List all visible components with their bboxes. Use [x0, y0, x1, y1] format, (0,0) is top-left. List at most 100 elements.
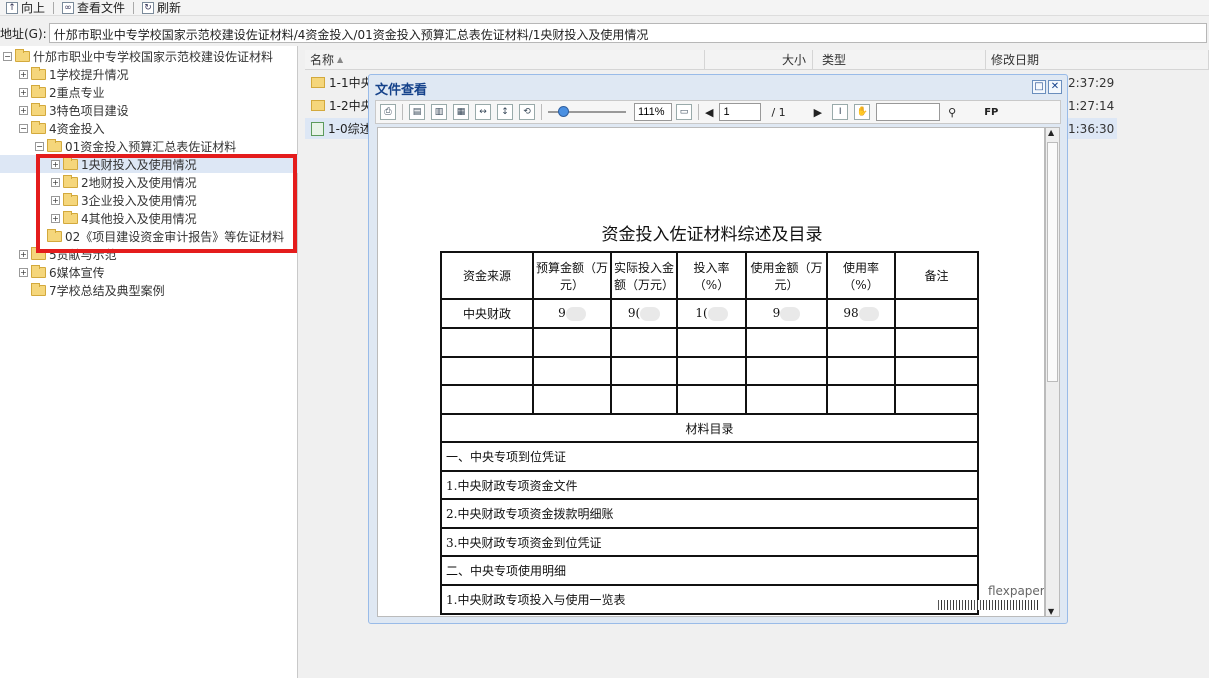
tree-item-label: 01资金投入预算汇总表佐证材料: [65, 139, 237, 154]
table-header-cell: 实际投入金额（万元）: [610, 251, 678, 300]
folder-open-icon: [47, 138, 62, 152]
file-viewer-window: 文件查看 □ ✕ ⎙ ▤ ▥ ▦ ↔ ↕ ⟲ ▭ ◀ / 1 ▶ I ✋ ⚲ F…: [368, 74, 1068, 624]
top-toolbar: ↑ 向上 ∞ 查看文件 ↻ 刷新: [0, 0, 1209, 16]
folder-tree: − 什邡市职业中专学校国家示范校建设佐证材料 + 1学校提升情况 + 2重点专业…: [0, 46, 298, 678]
hand-tool-icon[interactable]: ✋: [854, 104, 871, 120]
maximize-button[interactable]: □: [1032, 80, 1046, 94]
redaction-blur: [707, 306, 728, 321]
table-cell: 1(: [676, 298, 747, 329]
page-number-input[interactable]: [719, 103, 762, 121]
expand-icon[interactable]: +: [19, 249, 28, 259]
text-select-icon[interactable]: I: [832, 104, 849, 120]
prev-page-icon[interactable]: ◀: [705, 106, 713, 119]
tree-item-label: 6媒体宣传: [49, 265, 105, 280]
address-bar: 地址(G): 什邡市职业中专学校国家示范校建设佐证材料/4资金投入/01资金投入…: [0, 22, 1209, 44]
scrollbar-thumb[interactable]: [1047, 142, 1058, 382]
single-page-icon[interactable]: ▤: [409, 104, 425, 120]
tree-item-school-improvement[interactable]: + 1学校提升情况: [19, 65, 129, 83]
document-title: 资金投入佐证材料综述及目录: [601, 225, 823, 245]
expand-icon[interactable]: +: [19, 267, 28, 277]
redaction-blur: [565, 306, 586, 321]
view-file-button[interactable]: ∞ 查看文件: [56, 0, 131, 16]
fullscreen-icon[interactable]: ▭: [676, 104, 692, 120]
two-page-icon[interactable]: ▥: [431, 104, 447, 120]
highlight-annotation-box: [36, 154, 297, 253]
redaction-blur: [640, 306, 661, 321]
column-header-type-label: 类型: [822, 53, 847, 67]
list-item-time: 2:37:29: [1068, 76, 1115, 90]
refresh-button[interactable]: ↻ 刷新: [136, 0, 187, 16]
table-cell: 98: [826, 298, 896, 329]
expand-icon[interactable]: +: [19, 105, 28, 115]
tree-item-special-projects[interactable]: + 3特色项目建设: [19, 101, 129, 119]
table-cell: [894, 298, 979, 329]
viewer-title: 文件查看: [375, 83, 428, 98]
table-cell: 9: [532, 298, 612, 329]
catalog-row: 3.中央财政专项资金到位凭证: [440, 527, 979, 557]
collapse-icon[interactable]: −: [3, 51, 12, 61]
rotate-icon[interactable]: ⟲: [519, 104, 535, 120]
close-button[interactable]: ✕: [1048, 80, 1062, 94]
print-icon[interactable]: ⎙: [380, 104, 396, 120]
collapse-icon[interactable]: −: [19, 123, 28, 133]
list-item-name: 1-1中央: [329, 76, 373, 90]
funding-table: 资金来源 预算金额（万元） 实际投入金额（万元） 投入率（%） 使用金额（万元）…: [440, 251, 979, 615]
table-cell: 9(: [610, 298, 678, 329]
thumbnail-grid-icon[interactable]: ▦: [453, 104, 469, 120]
flexpaper-watermark: flexpaper: [988, 584, 1045, 598]
catalog-item: 二、中央专项使用明细: [440, 555, 979, 586]
search-input[interactable]: [876, 103, 941, 121]
tree-item-funding[interactable]: − 4资金投入: [19, 119, 105, 137]
tree-root[interactable]: − 什邡市职业中专学校国家示范校建设佐证材料: [3, 47, 273, 65]
fit-width-icon[interactable]: ↔: [475, 104, 491, 120]
column-header-name[interactable]: 名称 ▲: [305, 50, 705, 70]
tree-item-label: 4资金投入: [49, 121, 105, 136]
table-header-cell: 资金来源: [440, 251, 534, 300]
table-row-empty: [440, 384, 979, 415]
tree-item-budget-summary[interactable]: − 01资金投入预算汇总表佐证材料: [35, 137, 236, 155]
folder-icon: [31, 264, 46, 278]
catalog-header-row: 材料目录: [440, 413, 979, 443]
column-header-type[interactable]: 类型: [813, 50, 986, 70]
catalog-item: 一、中央专项到位凭证: [440, 441, 979, 472]
column-header-modified[interactable]: 修改日期: [986, 50, 1209, 70]
collapse-icon[interactable]: −: [35, 141, 44, 151]
catalog-item: 3.中央财政专项资金到位凭证: [440, 527, 979, 557]
address-input[interactable]: 什邡市职业中专学校国家示范校建设佐证材料/4资金投入/01资金投入预算汇总表佐证…: [48, 23, 1207, 43]
zoom-input[interactable]: [634, 103, 672, 121]
scroll-down-icon[interactable]: ▼: [1048, 607, 1054, 616]
toolbar-divider: [53, 1, 55, 14]
table-cell-value: 9: [772, 306, 781, 321]
viewer-scrollbar[interactable]: ▲ ▼: [1045, 127, 1060, 617]
zoom-slider-handle[interactable]: [558, 106, 569, 117]
table-cell-value: 98: [843, 306, 859, 321]
next-page-icon[interactable]: ▶: [814, 106, 822, 119]
expand-icon[interactable]: +: [19, 87, 28, 97]
table-header-cell: 预算金额（万元）: [532, 251, 612, 300]
catalog-row: 2.中央财政专项资金拨款明细账: [440, 498, 979, 529]
zoom-slider[interactable]: [548, 106, 626, 117]
fit-height-icon[interactable]: ↕: [497, 104, 513, 120]
up-arrow-icon: ↑: [6, 1, 18, 14]
table-header-cell: 备注: [894, 251, 979, 300]
view-file-label: 查看文件: [77, 1, 126, 15]
search-icon[interactable]: ⚲: [948, 106, 956, 119]
table-row: 中央财政 9 9( 1( 9 98: [440, 298, 979, 329]
table-header-cell: 使用金额（万元）: [745, 251, 828, 300]
tree-item-key-majors[interactable]: + 2重点专业: [19, 83, 105, 101]
sort-ascending-icon: ▲: [337, 55, 344, 64]
scroll-up-icon[interactable]: ▲: [1048, 128, 1054, 137]
refresh-label: 刷新: [157, 1, 182, 15]
expand-icon[interactable]: +: [19, 69, 28, 79]
tree-item-summary-cases[interactable]: 7学校总结及典型案例: [31, 281, 165, 299]
flexpaper-barcode: [938, 600, 1038, 610]
catalog-item: 1.中央财政专项投入与使用一览表: [440, 584, 979, 615]
list-item-name: 1-2中央: [329, 99, 373, 113]
tree-item-label: 2重点专业: [49, 85, 105, 100]
up-button[interactable]: ↑ 向上: [0, 0, 51, 16]
column-header-size[interactable]: 大小: [705, 50, 813, 70]
refresh-icon: ↻: [142, 1, 155, 14]
tree-item-media[interactable]: + 6媒体宣传: [19, 263, 105, 281]
table-cell-value: 9(: [627, 306, 641, 321]
tree-item-label: 1学校提升情况: [49, 67, 129, 82]
